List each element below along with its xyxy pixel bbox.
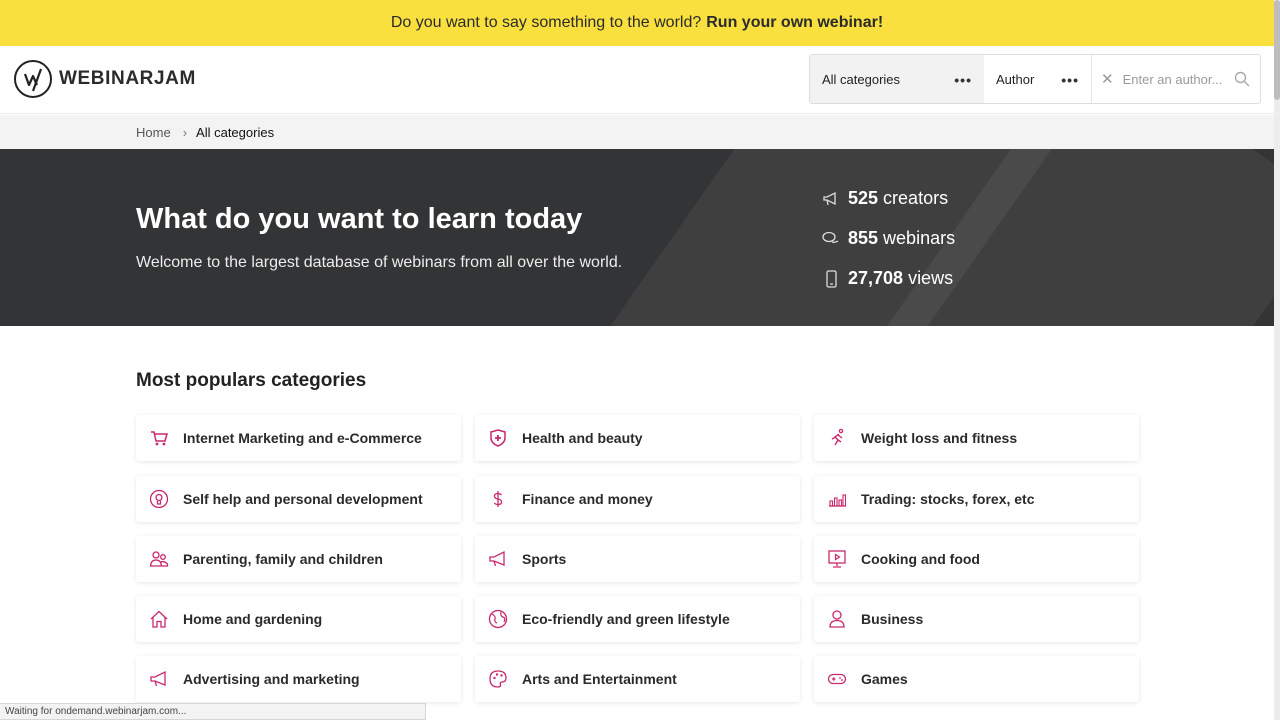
- hero-banner: What do you want to learn today Welcome …: [0, 149, 1274, 326]
- category-label: Games: [861, 671, 908, 687]
- author-label: Author: [996, 71, 1035, 87]
- megaphone-icon: [488, 549, 508, 569]
- megaphone-icon: [823, 191, 836, 205]
- stat-views: 27,708 views: [822, 268, 953, 289]
- category-card[interactable]: Advertising and marketing: [136, 656, 461, 702]
- stat-webinars: 855 webinars: [822, 228, 955, 249]
- house-icon: [149, 609, 169, 629]
- hero-title: What do you want to learn today: [136, 203, 583, 235]
- category-label: Home and gardening: [183, 611, 323, 627]
- category-card[interactable]: Arts and Entertainment: [475, 656, 800, 702]
- author-search: ✕: [1092, 55, 1260, 103]
- shield-plus-icon: [488, 428, 508, 448]
- lightbulb-icon: [149, 489, 169, 509]
- category-card[interactable]: Finance and money: [475, 476, 800, 522]
- category-card[interactable]: Business: [814, 596, 1139, 642]
- site-header: WEBINARJAM All categories ••• Author •••…: [0, 46, 1274, 114]
- category-card[interactable]: Parenting, family and children: [136, 536, 461, 582]
- dollar-icon: [488, 489, 508, 509]
- stat-creators-label: creators: [883, 188, 949, 208]
- page-scrollbar[interactable]: [1274, 0, 1280, 720]
- gamepad-icon: [827, 669, 847, 689]
- palette-icon: [488, 669, 508, 689]
- category-label: Advertising and marketing: [183, 671, 360, 687]
- filter-bar: All categories ••• Author ••• ✕: [809, 54, 1261, 104]
- person-icon: [827, 609, 847, 629]
- category-card[interactable]: Home and gardening: [136, 596, 461, 642]
- category-label: Weight loss and fitness: [861, 430, 1018, 446]
- chat-bubbles-icon: [822, 231, 839, 243]
- stat-views-label: views: [908, 268, 954, 288]
- more-dots-icon: •••: [954, 72, 972, 88]
- stat-webinars-value: 855: [848, 228, 879, 248]
- author-search-input[interactable]: [1122, 71, 1225, 87]
- category-label: Arts and Entertainment: [522, 671, 677, 687]
- author-dropdown[interactable]: Author •••: [984, 55, 1092, 103]
- category-value: All categories: [822, 71, 901, 87]
- stat-webinars-label: webinars: [883, 228, 956, 248]
- phone-icon: [826, 269, 837, 288]
- category-label: Internet Marketing and e-Commerce: [183, 430, 422, 446]
- bar-chart-icon: [827, 489, 847, 509]
- clear-icon[interactable]: ✕: [1101, 70, 1114, 88]
- running-icon: [827, 428, 847, 448]
- search-icon[interactable]: [1234, 71, 1250, 87]
- breadcrumb-home-link[interactable]: Home: [136, 125, 171, 140]
- cart-icon: [149, 428, 169, 448]
- category-card[interactable]: Internet Marketing and e-Commerce: [136, 415, 461, 461]
- logo-mark-icon: [14, 60, 52, 98]
- more-dots-icon: •••: [1061, 72, 1079, 88]
- category-card[interactable]: Cooking and food: [814, 536, 1139, 582]
- stat-creators: 525 creators: [822, 188, 948, 209]
- video-screen-icon: [827, 549, 847, 569]
- promo-question: Do you want to say something to the worl…: [390, 14, 702, 31]
- category-card[interactable]: Sports: [475, 536, 800, 582]
- megaphone-icon: [149, 669, 169, 689]
- category-label: Trading: stocks, forex, etc: [861, 491, 1035, 507]
- category-label: Eco-friendly and green lifestyle: [522, 611, 730, 627]
- browser-status-bar: Waiting for ondemand.webinarjam.com...: [0, 703, 426, 720]
- logo[interactable]: WEBINARJAM: [14, 60, 196, 98]
- hero-subtitle: Welcome to the largest database of webin…: [136, 254, 623, 271]
- category-label: Finance and money: [522, 491, 653, 507]
- promo-banner[interactable]: Do you want to say something to the worl…: [0, 0, 1274, 46]
- family-icon: [149, 549, 169, 569]
- category-card[interactable]: Weight loss and fitness: [814, 415, 1139, 461]
- category-label: Health and beauty: [522, 430, 643, 446]
- category-label: Parenting, family and children: [183, 551, 383, 567]
- category-card[interactable]: Health and beauty: [475, 415, 800, 461]
- brand-name: WEBINARJAM: [59, 68, 196, 89]
- stat-views-value: 27,708: [848, 268, 904, 288]
- category-card[interactable]: Games: [814, 656, 1139, 702]
- section-title: Most populars categories: [136, 370, 367, 391]
- category-label: Sports: [522, 551, 567, 567]
- category-label: Self help and personal development: [183, 491, 423, 507]
- chevron-right-icon: ›: [182, 124, 188, 140]
- category-label: Business: [861, 611, 924, 627]
- category-dropdown[interactable]: All categories •••: [810, 55, 984, 103]
- promo-cta-link[interactable]: Run your own webinar!: [706, 14, 883, 32]
- scrollbar-thumb[interactable]: [1274, 0, 1280, 100]
- breadcrumb-current: All categories: [196, 124, 275, 140]
- globe-icon: [488, 609, 508, 629]
- category-card[interactable]: Self help and personal development: [136, 476, 461, 522]
- category-label: Cooking and food: [861, 551, 980, 567]
- category-card[interactable]: Eco-friendly and green lifestyle: [475, 596, 800, 642]
- stat-creators-value: 525: [848, 188, 879, 208]
- category-card[interactable]: Trading: stocks, forex, etc: [814, 476, 1139, 522]
- breadcrumb: Home › All categories: [0, 115, 1274, 149]
